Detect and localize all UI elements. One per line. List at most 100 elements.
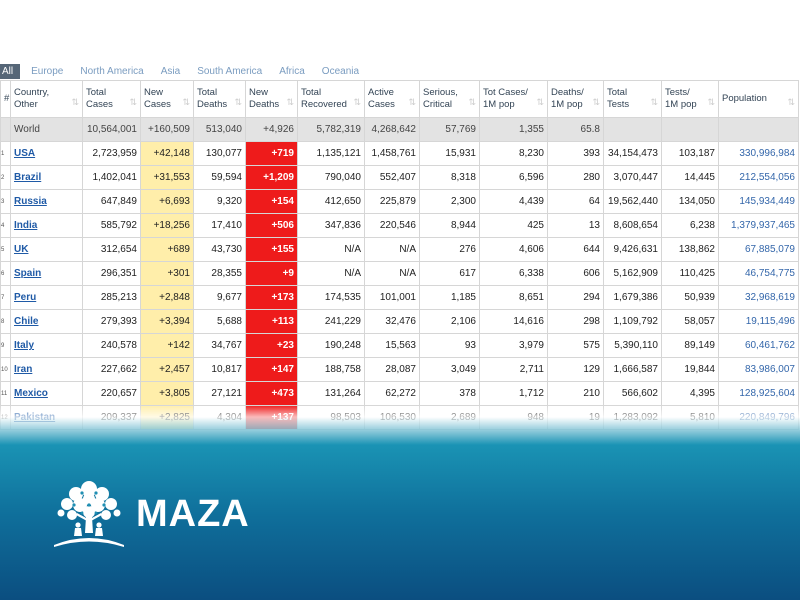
table-cell: 279,393 bbox=[82, 309, 141, 334]
table-cell: 5,688 bbox=[193, 309, 246, 334]
table-cell: +3,805 bbox=[140, 381, 194, 406]
table-cell: +42,148 bbox=[140, 141, 194, 166]
table-cell: 130,077 bbox=[193, 141, 246, 166]
column-header-line2: Population bbox=[722, 93, 767, 104]
sort-arrows-icon[interactable]: ⇅ bbox=[707, 96, 715, 108]
table-cell: 425 bbox=[479, 213, 548, 238]
table-row: 1 USA 2,723,959 +42,148 130,077 +719 1,135,121… bbox=[0, 141, 799, 166]
column-header-12[interactable]: Tests/1M pop ⇅ bbox=[661, 80, 719, 118]
table-row: 9 Italy 240,578 +142 34,767 +23 190,248 15,563 9… bbox=[0, 333, 799, 358]
covid-stats-table: # Country, Other ⇅ Total Cases ⇅ New Cases ⇅ Total… bbox=[0, 80, 799, 430]
column-header-9[interactable]: Tot Cases/1M pop ⇅ bbox=[479, 80, 548, 118]
table-cell: Russia bbox=[10, 189, 83, 214]
column-header-11[interactable]: Total Tests ⇅ bbox=[603, 80, 662, 118]
sort-arrows-icon[interactable]: ⇅ bbox=[182, 96, 190, 108]
country-link[interactable]: UK bbox=[14, 244, 28, 255]
table-cell: 10,564,001 bbox=[82, 117, 141, 142]
table-row: 5 UK 312,654 +689 43,730 +155 N/A N/A 276 4,606 64… bbox=[0, 237, 799, 262]
table-cell: 188,758 bbox=[297, 357, 365, 382]
table-cell: 9 bbox=[0, 333, 11, 358]
table-cell: 8,318 bbox=[419, 165, 480, 190]
column-header-3[interactable]: New Cases ⇅ bbox=[140, 80, 194, 118]
table-cell: USA bbox=[10, 141, 83, 166]
table-cell: 134,050 bbox=[661, 189, 719, 214]
table-cell: Iran bbox=[10, 357, 83, 382]
column-header-5[interactable]: New Deaths ⇅ bbox=[245, 80, 298, 118]
tab-asia[interactable]: Asia bbox=[161, 66, 180, 77]
tab-north-america[interactable]: North America bbox=[80, 66, 143, 77]
table-cell: 46,754,775 bbox=[718, 261, 799, 286]
tab-europe[interactable]: Europe bbox=[31, 66, 63, 77]
table-cell: 1,355 bbox=[479, 117, 548, 142]
column-header-4[interactable]: Total Deaths ⇅ bbox=[193, 80, 246, 118]
table-cell: +160,509 bbox=[140, 117, 194, 142]
table-cell: 14,616 bbox=[479, 309, 548, 334]
country-link[interactable]: Peru bbox=[14, 292, 36, 303]
country-link[interactable]: Spain bbox=[14, 268, 41, 279]
column-header-0[interactable]: # bbox=[0, 80, 11, 118]
sort-arrows-icon[interactable]: ⇅ bbox=[71, 96, 79, 108]
table-cell: 13 bbox=[547, 213, 604, 238]
sort-arrows-icon[interactable]: ⇅ bbox=[129, 96, 137, 108]
sort-arrows-icon[interactable]: ⇅ bbox=[592, 96, 600, 108]
country-link[interactable]: Mexico bbox=[14, 388, 48, 399]
country-link[interactable]: India bbox=[14, 220, 37, 231]
table-cell: 2,711 bbox=[479, 357, 548, 382]
table-cell: 19,562,440 bbox=[603, 189, 662, 214]
country-link[interactable]: Russia bbox=[14, 196, 47, 207]
tab-africa[interactable]: Africa bbox=[279, 66, 305, 77]
table-cell: +2,848 bbox=[140, 285, 194, 310]
table-cell: 57,769 bbox=[419, 117, 480, 142]
column-header-8[interactable]: Serious, Critical ⇅ bbox=[419, 80, 480, 118]
table-cell: 575 bbox=[547, 333, 604, 358]
sort-arrows-icon[interactable]: ⇅ bbox=[787, 96, 795, 108]
table-cell: +719 bbox=[245, 141, 298, 166]
column-header-13[interactable]: Population ⇅ bbox=[718, 80, 799, 118]
sort-arrows-icon[interactable]: ⇅ bbox=[234, 96, 242, 108]
table-cell: 93 bbox=[419, 333, 480, 358]
table-cell: 8,651 bbox=[479, 285, 548, 310]
table-cell: 606 bbox=[547, 261, 604, 286]
table-cell: +9 bbox=[245, 261, 298, 286]
country-link[interactable]: Chile bbox=[14, 316, 38, 327]
country-link[interactable]: Italy bbox=[14, 340, 34, 351]
table-cell: 513,040 bbox=[193, 117, 246, 142]
table-cell: 1,185 bbox=[419, 285, 480, 310]
sort-arrows-icon[interactable]: ⇅ bbox=[408, 96, 416, 108]
table-cell: 4,268,642 bbox=[364, 117, 420, 142]
table-cell: 6,596 bbox=[479, 165, 548, 190]
column-header-7[interactable]: Active Cases ⇅ bbox=[364, 80, 420, 118]
table-cell: 241,229 bbox=[297, 309, 365, 334]
table-cell: 210 bbox=[547, 381, 604, 406]
sort-arrows-icon[interactable]: ⇅ bbox=[536, 96, 544, 108]
table-row: 3 Russia 647,849 +6,693 9,320 +154 412,650 225,… bbox=[0, 189, 799, 214]
tab-all[interactable]: All bbox=[0, 64, 21, 79]
country-link[interactable]: USA bbox=[14, 148, 35, 159]
tab-oceania[interactable]: Oceania bbox=[322, 66, 359, 77]
table-cell: 174,535 bbox=[297, 285, 365, 310]
world-total-row: World 10,564,001 +160,509 513,040 +4,926 5,78… bbox=[0, 117, 799, 142]
table-cell: 1,135,121 bbox=[297, 141, 365, 166]
sort-arrows-icon[interactable]: ⇅ bbox=[286, 96, 294, 108]
table-cell: 65.8 bbox=[547, 117, 604, 142]
table-cell: 9,677 bbox=[193, 285, 246, 310]
column-header-10[interactable]: Deaths/1M pop ⇅ bbox=[547, 80, 604, 118]
sort-arrows-icon[interactable]: ⇅ bbox=[468, 96, 476, 108]
table-cell: +142 bbox=[140, 333, 194, 358]
country-link[interactable]: Brazil bbox=[14, 172, 41, 183]
table-cell: 67,885,079 bbox=[718, 237, 799, 262]
column-header-6[interactable]: Total Recovered ⇅ bbox=[297, 80, 365, 118]
column-header-2[interactable]: Total Cases ⇅ bbox=[82, 80, 141, 118]
table-cell: 1,666,587 bbox=[603, 357, 662, 382]
column-header-1[interactable]: Country, Other ⇅ bbox=[10, 80, 83, 118]
table-cell: 790,040 bbox=[297, 165, 365, 190]
sort-arrows-icon[interactable]: ⇅ bbox=[353, 96, 361, 108]
country-link[interactable]: Iran bbox=[14, 364, 32, 375]
tab-south-america[interactable]: South America bbox=[197, 66, 262, 77]
table-cell: 585,792 bbox=[82, 213, 141, 238]
sort-arrows-icon[interactable]: ⇅ bbox=[650, 96, 658, 108]
table-cell: 294 bbox=[547, 285, 604, 310]
table-cell: 8 bbox=[0, 309, 11, 334]
table-cell: 552,407 bbox=[364, 165, 420, 190]
table-cell: 6,338 bbox=[479, 261, 548, 286]
